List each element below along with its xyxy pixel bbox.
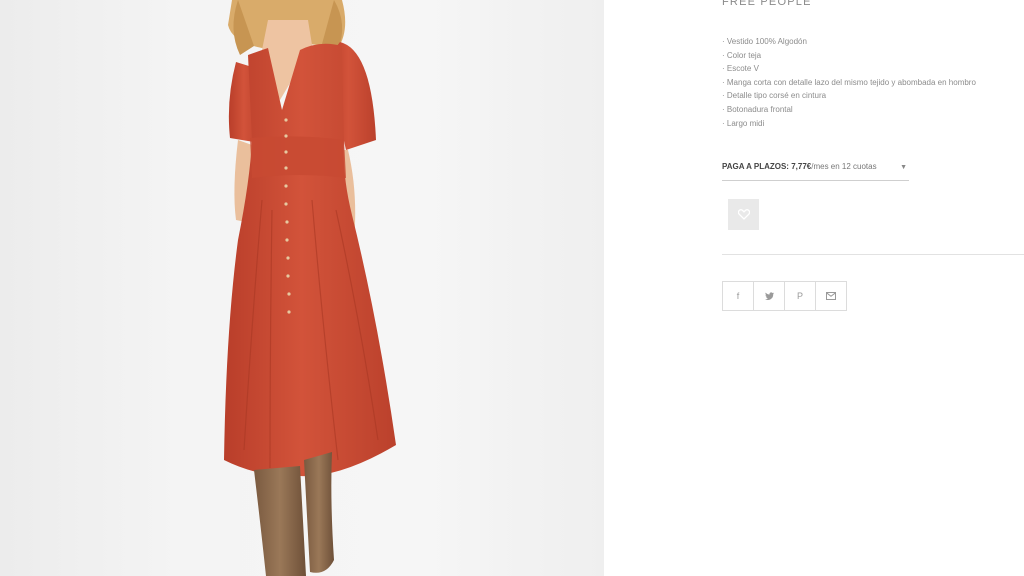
share-pinterest-button[interactable]: P [784, 281, 816, 311]
share-facebook-button[interactable]: f [722, 281, 754, 311]
feature-item: · Detalle tipo corsé en cintura [722, 91, 827, 101]
product-photo[interactable] [0, 0, 604, 576]
share-email-button[interactable] [815, 281, 847, 311]
wishlist-button[interactable] [728, 199, 759, 230]
feature-item: · Botonadura frontal [722, 104, 793, 114]
twitter-icon [764, 292, 774, 300]
envelope-icon [826, 292, 836, 300]
model-dress-illustration [224, 0, 396, 576]
feature-item: · Color teja [722, 50, 762, 60]
product-features-list: · Vestido 100% Algodón · Color teja · Es… [722, 35, 976, 130]
installments-dropdown[interactable]: PAGA A PLAZOS: 7,77€/mes en 12 cuotas ▼ [722, 162, 909, 181]
share-twitter-button[interactable] [753, 281, 785, 311]
divider [722, 254, 1024, 255]
share-buttons: f P [722, 281, 847, 311]
chevron-down-icon[interactable]: ▼ [900, 164, 907, 171]
feature-item: · Vestido 100% Algodón [722, 37, 807, 46]
feature-item: · Escote V [722, 64, 759, 74]
product-brand: FREE PEOPLE [722, 0, 812, 8]
heart-icon [737, 209, 750, 220]
feature-item: · Manga corta con detalle lazo del mismo… [722, 77, 976, 87]
pinterest-icon: P [796, 291, 803, 301]
feature-item: · Largo midi [722, 118, 765, 128]
facebook-icon: f [736, 291, 740, 301]
installments-amount: 7,77€ [791, 162, 812, 171]
installments-label: PAGA A PLAZOS: [722, 162, 789, 171]
installments-detail: /mes en 12 cuotas [811, 162, 877, 171]
